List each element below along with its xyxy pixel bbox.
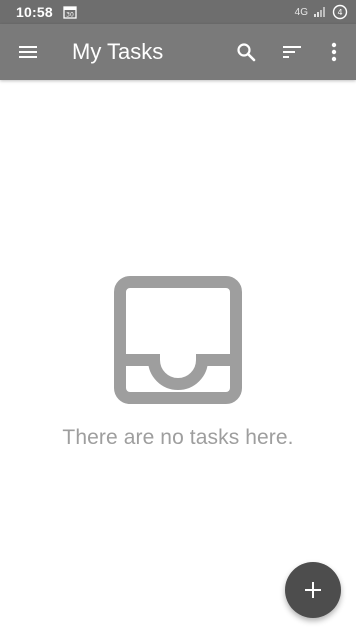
- status-bar: 10:58 30 4G 4: [0, 0, 356, 24]
- sort-icon: [282, 44, 302, 60]
- app-bar: My Tasks: [0, 24, 356, 80]
- status-time: 10:58: [16, 4, 53, 20]
- svg-text:4: 4: [337, 8, 342, 17]
- more-vert-icon: [331, 42, 337, 62]
- battery-icon: 4: [332, 4, 348, 20]
- calendar-icon: 30: [63, 5, 77, 19]
- search-icon: [236, 42, 256, 62]
- add-icon: [304, 581, 322, 599]
- sort-button[interactable]: [276, 36, 308, 68]
- task-list-screen: 10:58 30 4G 4 My Tasks There are no task…: [0, 0, 356, 633]
- add-task-button[interactable]: [285, 562, 341, 618]
- search-button[interactable]: [230, 36, 262, 68]
- inbox-icon: [114, 276, 242, 404]
- status-right-group: 4G 4: [295, 4, 348, 20]
- overflow-menu-button[interactable]: [318, 36, 350, 68]
- page-title: My Tasks: [72, 39, 164, 64]
- network-type: 4G: [294, 6, 308, 18]
- svg-text:30: 30: [66, 12, 74, 19]
- signal-icon: [314, 7, 326, 17]
- menu-button[interactable]: [12, 36, 44, 68]
- empty-state: There are no tasks here.: [0, 276, 356, 450]
- empty-message: There are no tasks here.: [62, 426, 294, 449]
- menu-icon: [18, 44, 38, 60]
